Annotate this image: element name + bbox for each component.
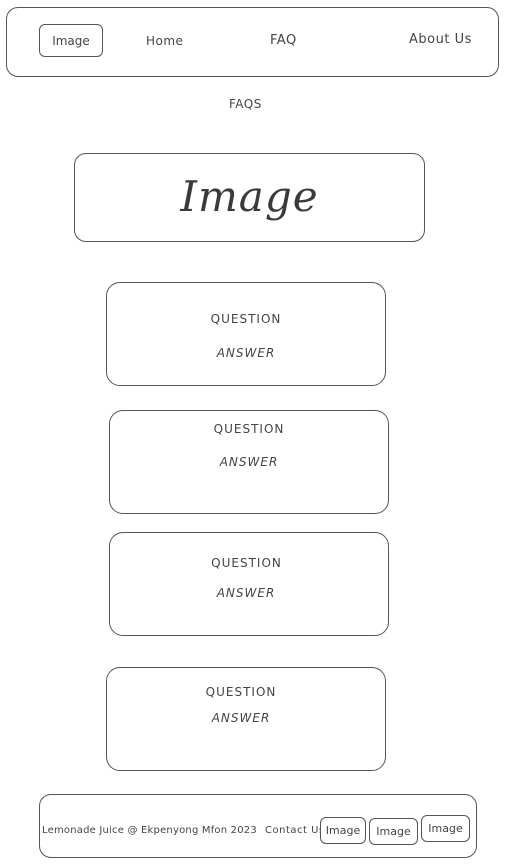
- faq-question: QUESTION: [210, 312, 282, 326]
- hero-image-label: Image: [180, 172, 319, 221]
- footer-image-label: Image: [325, 824, 361, 837]
- faq-card[interactable]: QUESTION ANSWER: [106, 282, 386, 386]
- footer-contact-link[interactable]: Contact Us: [265, 825, 325, 836]
- faq-question: QUESTION: [213, 422, 285, 436]
- footer-image-label: Image: [376, 825, 411, 838]
- faq-card[interactable]: QUESTION ANSWER: [109, 410, 389, 514]
- footer-copyright: Lemonade Juice @ Ekpenyong Mfon 2023: [42, 825, 257, 836]
- footer-image-button[interactable]: Image: [369, 818, 418, 845]
- faq-question: QUESTION: [211, 556, 282, 570]
- nav-link-about-us[interactable]: About Us: [409, 32, 472, 47]
- faq-question: QUESTION: [205, 685, 277, 699]
- page-title: FAQS: [229, 97, 262, 111]
- footer-image-label: Image: [428, 822, 463, 835]
- hero-image-placeholder: Image: [74, 153, 425, 242]
- logo-image-button[interactable]: Image: [39, 24, 103, 57]
- nav-link-faq[interactable]: FAQ: [270, 33, 297, 48]
- footer-image-button[interactable]: Image: [320, 817, 366, 844]
- footer-image-button[interactable]: Image: [421, 815, 470, 842]
- faq-answer: ANSWER: [216, 586, 276, 600]
- logo-image-label: Image: [52, 34, 90, 48]
- faq-card[interactable]: QUESTION ANSWER: [109, 532, 389, 636]
- faq-answer: ANSWER: [211, 711, 271, 725]
- nav-link-home[interactable]: Home: [146, 34, 183, 48]
- faq-card[interactable]: QUESTION ANSWER: [106, 667, 386, 771]
- faq-answer: ANSWER: [219, 455, 279, 469]
- faq-answer: ANSWER: [216, 346, 276, 360]
